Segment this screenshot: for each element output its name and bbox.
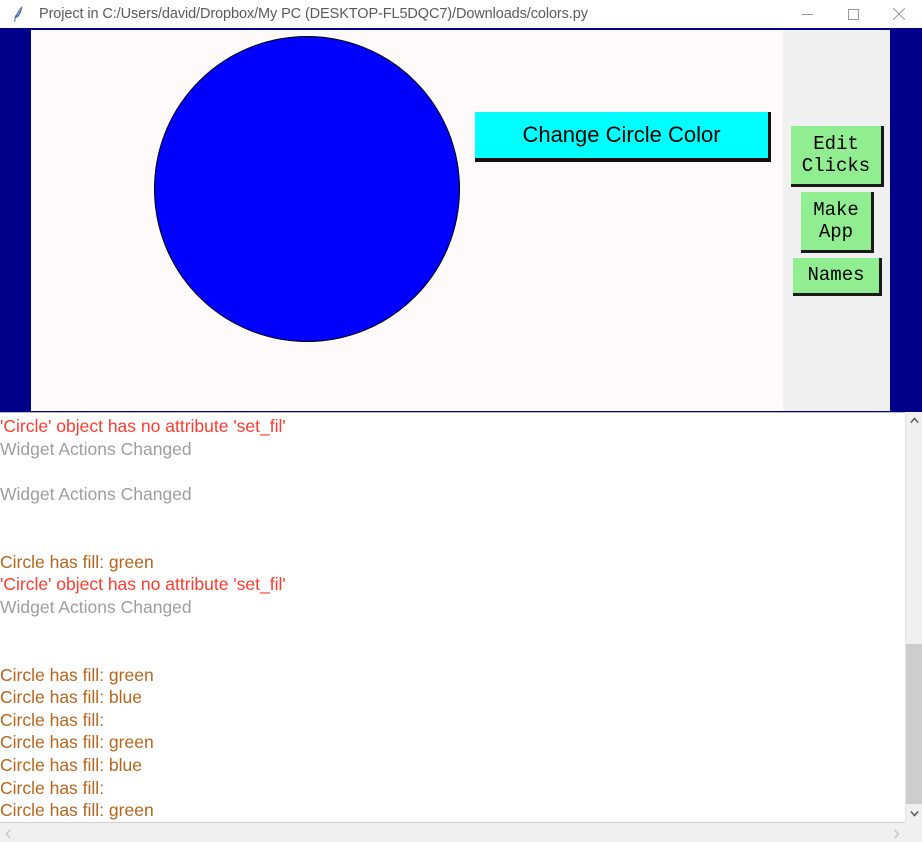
console-line: Circle has fill:	[0, 709, 105, 730]
chevron-left-icon[interactable]	[0, 823, 17, 842]
close-icon[interactable]	[876, 0, 922, 28]
tool-side-panel: Edit Clicks Make App Names	[783, 30, 890, 411]
console-line: Circle has fill: green	[0, 800, 154, 821]
graphics-area: Change Circle Color Edit Clicks Make App…	[0, 28, 922, 412]
console-log-list: 'Circle' object has no attribute 'set_fi…	[0, 413, 905, 822]
minimize-icon[interactable]	[784, 0, 830, 28]
console-line: Circle has fill: green	[0, 551, 154, 572]
console-line: Widget Actions Changed	[0, 596, 192, 617]
window-controls	[784, 0, 922, 28]
circle-shape[interactable]	[154, 36, 460, 342]
window-title-bar: Project in C:/Users/david/Dropbox/My PC …	[0, 0, 922, 28]
console-vertical-scrollbar[interactable]	[905, 412, 922, 822]
window-title: Project in C:/Users/david/Dropbox/My PC …	[39, 6, 588, 22]
console-line: Circle has fill: green	[0, 732, 154, 753]
console-line: Circle has fill:	[0, 777, 105, 798]
console-line: Widget Actions Changed	[0, 483, 192, 504]
chevron-down-icon[interactable]	[906, 805, 922, 822]
console-line: Circle has fill: blue	[0, 687, 142, 708]
console-horizontal-scrollbar[interactable]	[0, 822, 905, 842]
chevron-right-icon[interactable]	[888, 823, 905, 842]
maximize-icon[interactable]	[830, 0, 876, 28]
edit-clicks-button[interactable]: Edit Clicks	[791, 126, 884, 187]
console-line: Circle has fill: green	[0, 664, 154, 685]
window-frame: Change Circle Color Edit Clicks Make App…	[0, 28, 922, 842]
console-output-area[interactable]: 'Circle' object has no attribute 'set_fi…	[0, 412, 905, 823]
chevron-up-icon[interactable]	[906, 412, 922, 429]
names-button[interactable]: Names	[793, 258, 882, 296]
make-app-button[interactable]: Make App	[801, 192, 874, 253]
scrollbar-corner	[905, 822, 922, 842]
console-line: 'Circle' object has no attribute 'set_fi…	[0, 416, 286, 436]
console-line: Widget Actions Changed	[0, 438, 192, 459]
change-circle-color-button[interactable]: Change Circle Color	[475, 112, 771, 162]
python-feather-icon	[14, 6, 23, 22]
console-line: Circle has fill: blue	[0, 754, 142, 775]
drawing-canvas[interactable]: Change Circle Color	[31, 30, 783, 411]
console-line: 'Circle' object has no attribute 'set_fi…	[0, 574, 286, 595]
vertical-scrollbar-thumb[interactable]	[906, 644, 922, 804]
